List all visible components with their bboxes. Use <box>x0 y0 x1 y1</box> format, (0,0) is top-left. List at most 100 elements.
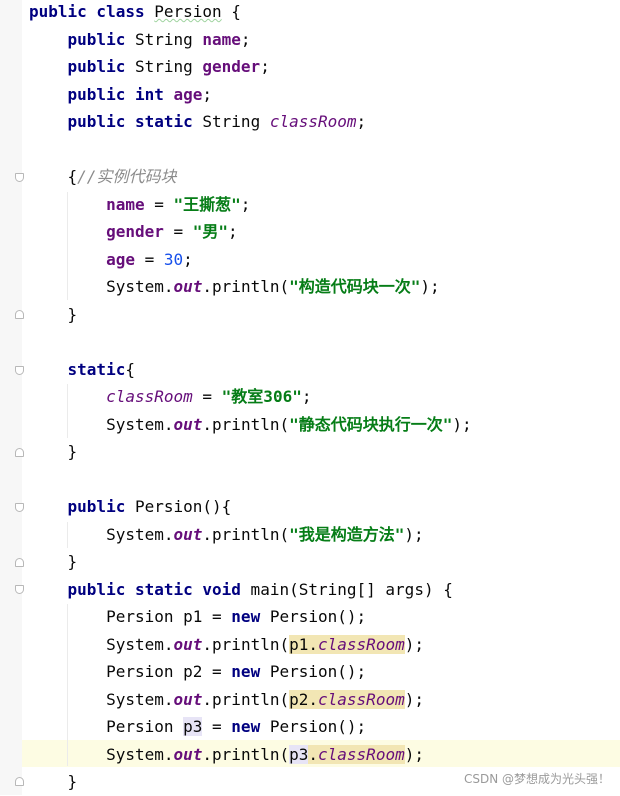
code-line[interactable]: System.out.println("构造代码块一次"); <box>29 273 440 301</box>
code-token: public <box>67 57 126 76</box>
fold-toggle-icon[interactable] <box>15 585 24 594</box>
code-token: ); <box>420 277 440 296</box>
code-token: out <box>173 277 203 296</box>
code-token: .println( <box>202 277 290 296</box>
code-line[interactable]: public static void main(String[] args) { <box>29 576 453 604</box>
code-token: new <box>231 662 261 681</box>
code-line[interactable]: } <box>29 301 78 329</box>
code-token: Persion(){ <box>125 497 232 516</box>
code-token: String <box>192 112 270 131</box>
code-token: out <box>173 689 203 709</box>
code-token: ; <box>301 387 312 406</box>
code-line[interactable]: classRoom = "教室306"; <box>29 383 311 411</box>
code-token: = <box>163 222 193 241</box>
code-token: .println( <box>202 689 290 709</box>
code-token: Persion(); <box>260 607 367 626</box>
code-token: out <box>173 524 203 544</box>
code-token: String <box>125 57 203 76</box>
code-line[interactable]: Persion p1 = new Persion(); <box>29 603 366 631</box>
code-line[interactable]: public Persion(){ <box>29 493 232 521</box>
code-line[interactable]: System.out.println(p3.classRoom); <box>29 741 424 769</box>
code-token: out <box>173 634 203 654</box>
code-token: new <box>231 607 261 626</box>
fold-toggle-icon[interactable] <box>15 310 24 319</box>
code-line[interactable]: Persion p2 = new Persion(); <box>29 658 366 686</box>
code-token: public <box>67 497 126 516</box>
code-token: Persion(); <box>260 717 367 736</box>
code-token: Persion p1 = <box>29 607 232 626</box>
code-line[interactable]: gender = "男"; <box>29 218 238 246</box>
editor-gutter[interactable] <box>0 0 22 795</box>
code-token: Persion p2 = <box>29 662 232 681</box>
code-token: ); <box>404 689 424 709</box>
code-token: public int <box>67 84 164 104</box>
code-token: .println( <box>202 524 290 544</box>
code-token: { <box>221 2 241 21</box>
code-line[interactable]: } <box>29 768 78 796</box>
fold-toggle-icon[interactable] <box>15 503 24 512</box>
code-line[interactable]: public String name; <box>29 26 251 54</box>
code-token: p3 <box>289 744 309 764</box>
code-token: = <box>134 249 164 269</box>
code-token: . <box>308 744 319 764</box>
code-line[interactable]: System.out.println("我是构造方法"); <box>29 521 424 549</box>
code-line[interactable]: System.out.println(p1.classRoom); <box>29 631 424 659</box>
code-line[interactable]: public String gender; <box>29 53 270 81</box>
code-token: System. <box>29 414 174 434</box>
fold-toggle-icon[interactable] <box>15 558 24 567</box>
code-line[interactable]: System.out.println(p2.classRoom); <box>29 686 424 714</box>
code-token: "我是构造方法" <box>289 524 405 544</box>
code-token: "男" <box>192 222 229 241</box>
code-token: 30 <box>163 249 184 269</box>
fold-toggle-icon[interactable] <box>15 777 24 786</box>
code-token: ; <box>183 249 193 269</box>
code-token: classRoom <box>318 634 405 654</box>
code-token: ; <box>356 112 367 131</box>
code-token: name <box>106 194 145 214</box>
code-token: classRoom <box>106 387 193 406</box>
fold-toggle-icon[interactable] <box>15 448 24 457</box>
code-line[interactable]: static{ <box>29 356 135 384</box>
code-token: classRoom <box>269 112 357 131</box>
code-token: ); <box>404 744 424 764</box>
code-token: } <box>29 304 78 324</box>
code-token: out <box>173 744 203 764</box>
code-line[interactable]: age = 30; <box>29 246 193 274</box>
code-token: new <box>231 717 261 736</box>
code-token: = <box>144 194 174 214</box>
code-token: name <box>202 29 241 49</box>
fold-toggle-icon[interactable] <box>15 366 24 375</box>
code-line[interactable]: name = "王撕葱"; <box>29 191 250 219</box>
code-line[interactable]: System.out.println("静态代码块执行一次"); <box>29 411 472 439</box>
code-line[interactable]: } <box>29 438 78 466</box>
code-token: public static void <box>67 579 241 599</box>
code-token: System. <box>29 524 174 544</box>
code-token: ; <box>260 57 270 76</box>
code-line[interactable]: public static String classRoom; <box>29 108 367 136</box>
code-token: out <box>173 414 203 434</box>
code-line[interactable]: public int age; <box>29 81 213 109</box>
code-token: public class <box>29 2 155 21</box>
code-token: .println( <box>202 414 290 434</box>
code-token: gender <box>202 57 261 76</box>
code-token: age <box>173 84 203 104</box>
code-line[interactable]: {//实例代码块 <box>29 163 177 191</box>
code-line[interactable]: Persion p3 = new Persion(); <box>29 713 366 741</box>
code-line[interactable]: } <box>29 548 78 576</box>
code-token: public static <box>67 112 193 131</box>
code-token: System. <box>29 634 174 654</box>
code-line[interactable]: public class Persion { <box>29 0 241 26</box>
code-token: p1. <box>289 634 319 654</box>
code-token: "构造代码块一次" <box>289 277 421 296</box>
code-token: public <box>67 29 126 49</box>
code-token: p2. <box>289 689 319 709</box>
fold-toggle-icon[interactable] <box>15 173 24 182</box>
